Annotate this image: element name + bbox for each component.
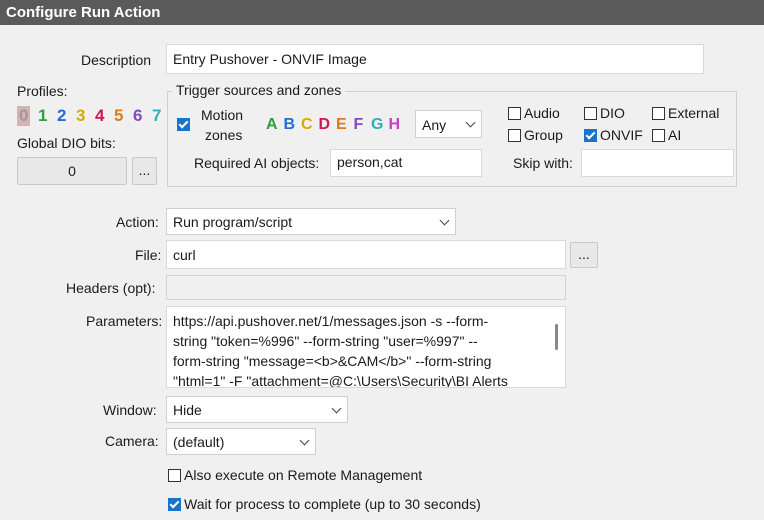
external-label: External bbox=[668, 105, 720, 121]
zones-label: zones bbox=[205, 127, 243, 143]
window-title: Configure Run Action bbox=[0, 0, 764, 25]
parameters-line: string "token=%996" --form-string "user=… bbox=[173, 333, 478, 349]
zone-letter-b[interactable]: B bbox=[284, 116, 296, 134]
description-input[interactable]: Entry Pushover - ONVIF Image bbox=[166, 44, 704, 74]
camera-value: (default) bbox=[173, 434, 225, 450]
chevron-down-icon bbox=[331, 403, 342, 414]
ai-label: AI bbox=[668, 127, 682, 143]
profile-digit-0[interactable]: 0 bbox=[17, 106, 31, 126]
profile-digit-5[interactable]: 5 bbox=[114, 106, 123, 126]
action-label: Action: bbox=[116, 214, 159, 230]
headers-label: Headers (opt): bbox=[66, 280, 156, 296]
window-label: Window: bbox=[103, 402, 157, 418]
parameters-textarea[interactable]: https://api.pushover.net/1/messages.json… bbox=[166, 306, 566, 388]
onvif-checkbox[interactable] bbox=[584, 129, 597, 142]
trigger-group-title: Trigger sources and zones bbox=[172, 82, 346, 98]
file-label: File: bbox=[135, 247, 162, 263]
parameters-line: https://api.pushover.net/1/messages.json… bbox=[173, 313, 489, 329]
file-input[interactable]: curl bbox=[166, 240, 566, 269]
remote-management-label: Also execute on Remote Management bbox=[184, 467, 423, 483]
window-select[interactable]: Hide bbox=[166, 396, 348, 423]
headers-input[interactable] bbox=[166, 275, 566, 300]
wait-process-label: Wait for process to complete (up to 30 s… bbox=[184, 496, 481, 512]
external-checkbox[interactable] bbox=[652, 107, 665, 120]
camera-label: Camera: bbox=[105, 433, 159, 449]
chevron-down-icon bbox=[465, 117, 476, 128]
zone-mode-value: Any bbox=[422, 117, 447, 133]
profile-digit-4[interactable]: 4 bbox=[95, 106, 104, 126]
ai-checkbox[interactable] bbox=[652, 129, 665, 142]
profile-digit-6[interactable]: 6 bbox=[133, 106, 142, 126]
profile-digit-3[interactable]: 3 bbox=[76, 106, 85, 126]
audio-checkbox[interactable] bbox=[508, 107, 521, 120]
motion-label: Motion bbox=[201, 107, 244, 123]
parameters-label: Parameters: bbox=[86, 313, 163, 329]
profile-digit-2[interactable]: 2 bbox=[57, 106, 66, 126]
motion-zones-checkbox[interactable] bbox=[177, 118, 190, 131]
skip-with-input[interactable] bbox=[581, 149, 734, 177]
action-value: Run program/script bbox=[173, 214, 293, 230]
camera-select[interactable]: (default) bbox=[166, 428, 316, 455]
required-ai-input[interactable]: person,cat bbox=[330, 149, 482, 177]
global-dio-value[interactable]: 0 bbox=[17, 157, 127, 185]
description-label: Description bbox=[81, 52, 152, 68]
required-ai-label: Required AI objects: bbox=[194, 155, 320, 171]
chevron-down-icon bbox=[439, 215, 450, 226]
profiles-label: Profiles: bbox=[17, 83, 68, 99]
onvif-label: ONVIF bbox=[600, 127, 643, 143]
zone-letter-f[interactable]: F bbox=[354, 116, 364, 134]
parameters-scrollbar-thumb[interactable] bbox=[555, 324, 558, 350]
parameters-line: "html=1" -F "attachment=@C:\Users\Securi… bbox=[173, 373, 508, 388]
remote-management-checkbox[interactable] bbox=[168, 469, 181, 482]
zone-letter-h[interactable]: H bbox=[389, 116, 401, 134]
dio-label: DIO bbox=[600, 105, 625, 121]
global-dio-label: Global DIO bits: bbox=[17, 135, 116, 151]
wait-process-checkbox[interactable] bbox=[168, 498, 181, 511]
zone-mode-select[interactable]: Any bbox=[415, 110, 482, 138]
group-checkbox[interactable] bbox=[508, 129, 521, 142]
dio-checkbox[interactable] bbox=[584, 107, 597, 120]
file-browse-button[interactable]: ... bbox=[570, 242, 598, 268]
zone-letter-a[interactable]: A bbox=[266, 116, 278, 134]
zone-letter-c[interactable]: C bbox=[301, 116, 313, 134]
group-label: Group bbox=[524, 127, 563, 143]
audio-label: Audio bbox=[524, 105, 560, 121]
profile-digit-1[interactable]: 1 bbox=[38, 106, 47, 126]
window-value: Hide bbox=[173, 402, 202, 418]
zone-letter-e[interactable]: E bbox=[336, 116, 347, 134]
parameters-line: form-string "message=<b>&CAM</b>" --form… bbox=[173, 353, 492, 369]
zone-letter-d[interactable]: D bbox=[319, 116, 331, 134]
profile-digit-7[interactable]: 7 bbox=[152, 106, 161, 126]
skip-with-label: Skip with: bbox=[513, 155, 573, 171]
action-select[interactable]: Run program/script bbox=[166, 208, 456, 235]
zone-letter-g[interactable]: G bbox=[371, 116, 383, 134]
global-dio-browse-button[interactable]: ... bbox=[132, 157, 157, 185]
chevron-down-icon bbox=[299, 435, 310, 446]
